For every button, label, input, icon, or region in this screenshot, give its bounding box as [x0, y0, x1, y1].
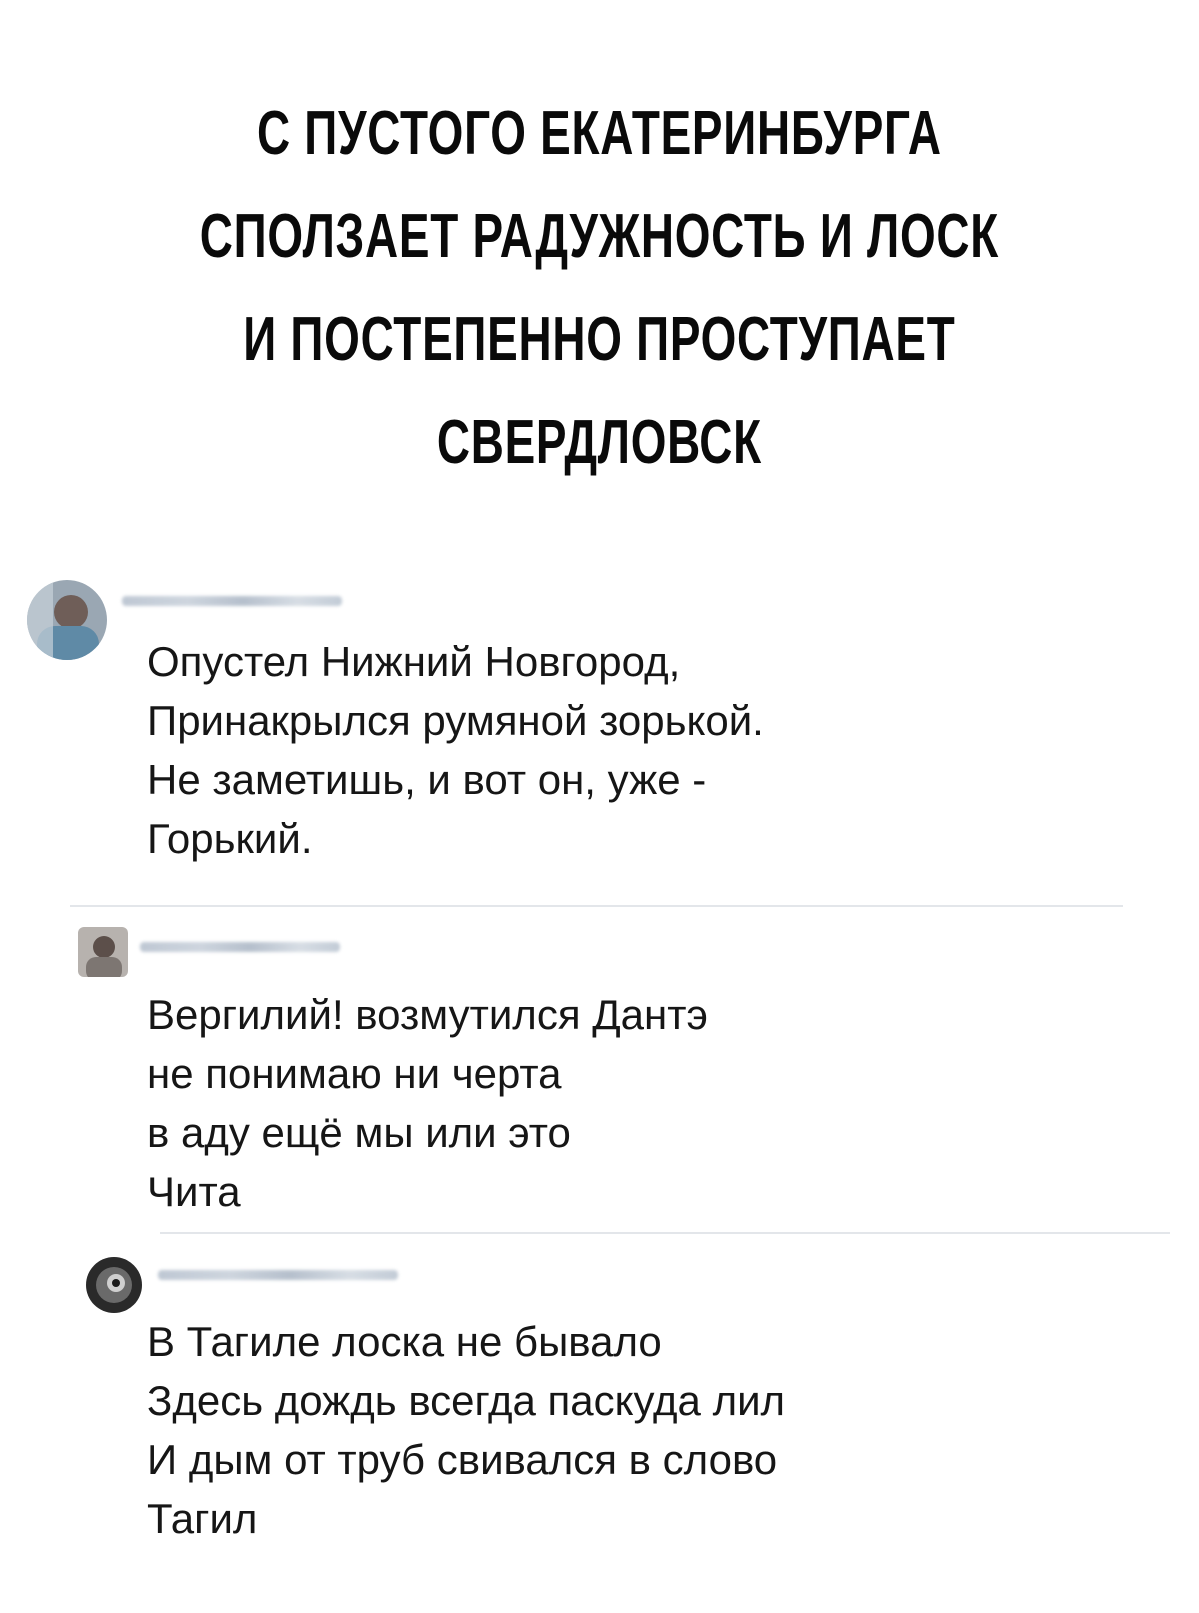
- comment-line: в аду ещё мы или это: [147, 1109, 571, 1156]
- post-headline: С ПУСТОГО ЕКАТЕРИНБУРГА СПОЛЗАЕТ РАДУЖНО…: [156, 82, 1043, 494]
- comment-line: В Тагиле лоска не бывало: [147, 1318, 662, 1365]
- comment-line: Не заметишь, и вот он, уже -: [147, 756, 707, 803]
- headline-line-1: С ПУСТОГО ЕКАТЕРИНБУРГА: [256, 99, 942, 168]
- comment-text: Опустел Нижний Новгород, Принакрылся рум…: [147, 632, 764, 868]
- user-photo-icon: [86, 1257, 142, 1313]
- comment-line: Вергилий! возмутился Дантэ: [147, 991, 708, 1038]
- comment-line: И дым от труб свивался в слово: [147, 1436, 778, 1483]
- user-photo-icon: [27, 580, 107, 660]
- comment-text: В Тагиле лоска не бывало Здесь дождь все…: [147, 1312, 785, 1548]
- comment-line: не понимаю ни черта: [147, 1050, 562, 1097]
- comment-line: Здесь дождь всегда паскуда лил: [147, 1377, 786, 1424]
- comment-author-name[interactable]: [122, 596, 342, 606]
- comment-author-name[interactable]: [140, 942, 340, 952]
- avatar[interactable]: [86, 1257, 142, 1313]
- comment-line: Принакрылся румяной зорькой.: [147, 697, 764, 744]
- comment-author-name[interactable]: [158, 1270, 398, 1280]
- comment-line: Чита: [147, 1168, 241, 1215]
- comment-divider: [160, 1232, 1170, 1234]
- avatar[interactable]: [27, 580, 107, 660]
- avatar[interactable]: [78, 927, 128, 977]
- headline-line-2: СПОЛЗАЕТ РАДУЖНОСТЬ И ЛОСК: [199, 202, 1000, 271]
- headline-line-3: И ПОСТЕПЕННО ПРОСТУПАЕТ: [243, 305, 956, 374]
- comment-divider: [70, 905, 1123, 907]
- comment-line: Опустел Нижний Новгород,: [147, 638, 681, 685]
- headline-line-4: СВЕРДЛОВСК: [436, 408, 762, 477]
- comment-line: Тагил: [147, 1495, 258, 1542]
- user-photo-icon: [78, 927, 128, 977]
- comment-line: Горький.: [147, 815, 313, 862]
- comment-text: Вергилий! возмутился Дантэ не понимаю ни…: [147, 985, 708, 1221]
